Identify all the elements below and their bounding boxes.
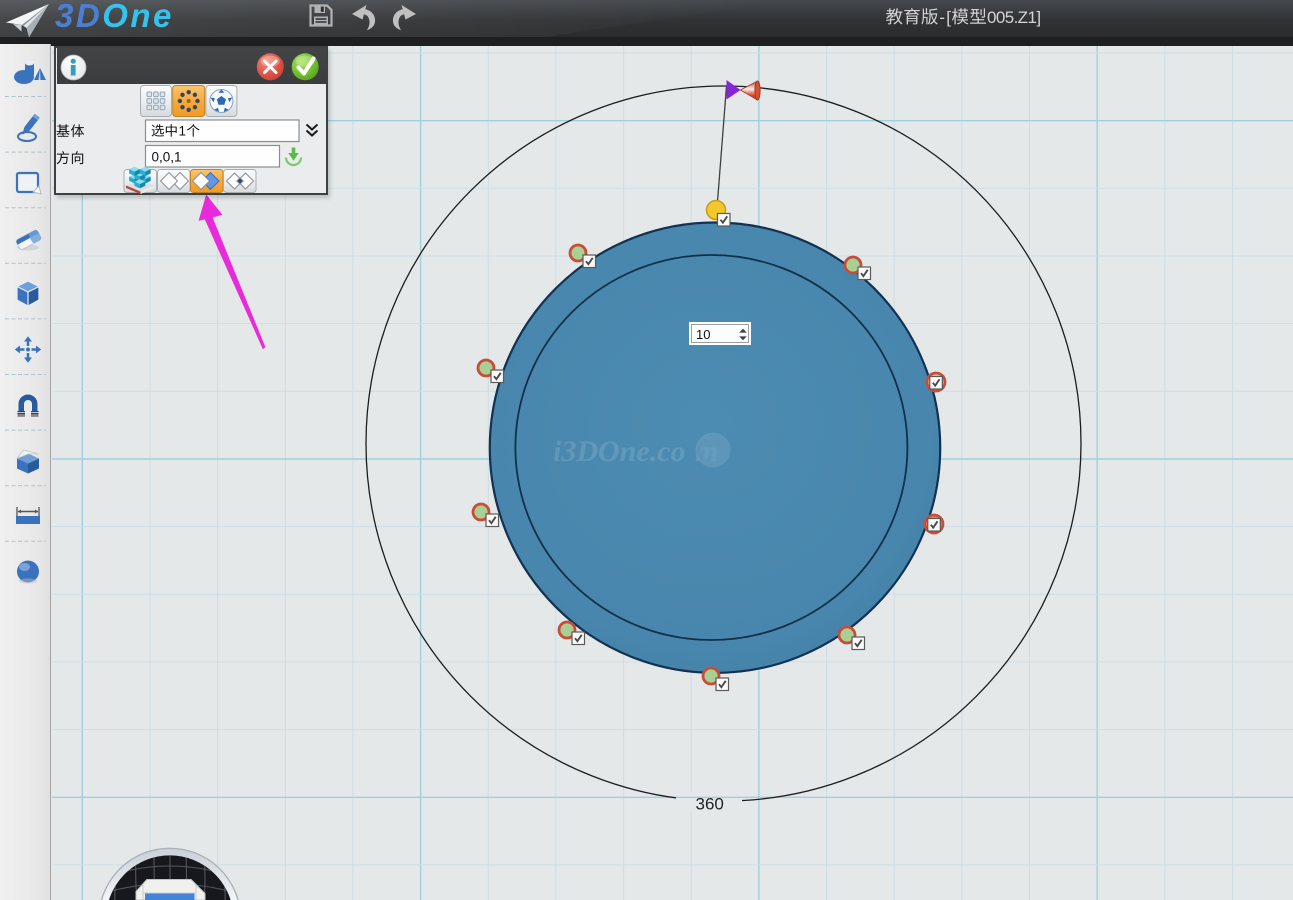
svg-text:i3DOne.co: i3DOne.co	[553, 435, 685, 468]
svg-text:-: -	[939, 8, 945, 27]
svg-text:360: 360	[696, 795, 724, 814]
svg-text:0,0,1: 0,0,1	[152, 150, 182, 165]
svg-text:[: [	[946, 8, 951, 27]
svg-text:1: 1	[179, 124, 187, 139]
svg-text:005.Z1]: 005.Z1]	[987, 8, 1040, 27]
